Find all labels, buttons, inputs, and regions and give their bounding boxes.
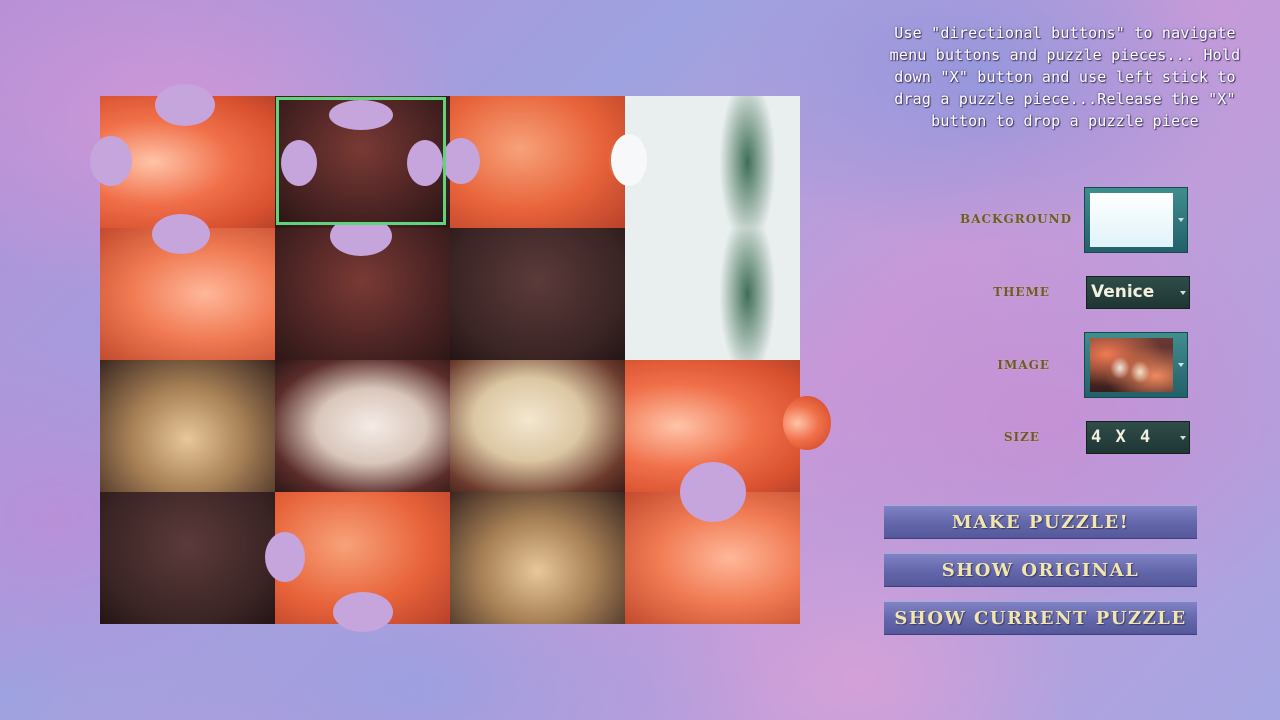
theme-label: THEME [993,285,1050,299]
puzzle-piece[interactable] [442,96,662,228]
image-label: IMAGE [997,358,1050,372]
image-thumbnail [1090,338,1173,392]
size-label: SIZE [1003,430,1040,444]
chevron-down-icon [1178,363,1184,367]
chevron-down-icon [1180,290,1186,295]
chevron-down-icon [1180,435,1186,440]
size-select[interactable]: 4 X 4 [1086,421,1190,454]
size-value: 4 X 4 [1091,427,1153,447]
puzzle-piece[interactable] [100,214,275,360]
puzzle-piece[interactable] [275,216,450,360]
instructions-text: Use "directional buttons" to navigate me… [889,24,1241,130]
puzzle-piece[interactable] [625,228,800,360]
puzzle-piece[interactable] [450,228,625,360]
show-original-button[interactable]: SHOW ORIGINAL [884,553,1197,587]
puzzle-piece[interactable] [90,84,275,228]
background-label: BACKGROUND [960,212,1072,226]
puzzle-piece[interactable] [275,360,450,492]
make-puzzle-button[interactable]: MAKE PUZZLE! [884,505,1197,539]
puzzle-piece[interactable] [265,492,450,632]
show-current-puzzle-button[interactable]: SHOW CURRENT PUZZLE [884,601,1197,635]
background-select[interactable] [1084,187,1188,253]
theme-value: Venice [1091,282,1155,302]
puzzle-piece[interactable] [100,492,275,624]
puzzle-piece[interactable] [450,360,625,492]
puzzle-piece[interactable] [611,96,800,228]
background-preview [1090,193,1173,247]
puzzle-piece[interactable] [100,360,275,492]
theme-select[interactable]: Venice [1086,276,1190,309]
image-select[interactable] [1084,332,1188,398]
puzzle-board[interactable] [90,84,831,632]
chevron-down-icon [1178,218,1184,222]
selected-puzzle-piece[interactable] [276,97,446,225]
puzzle-piece[interactable] [625,462,800,624]
puzzle-piece[interactable] [450,492,625,624]
